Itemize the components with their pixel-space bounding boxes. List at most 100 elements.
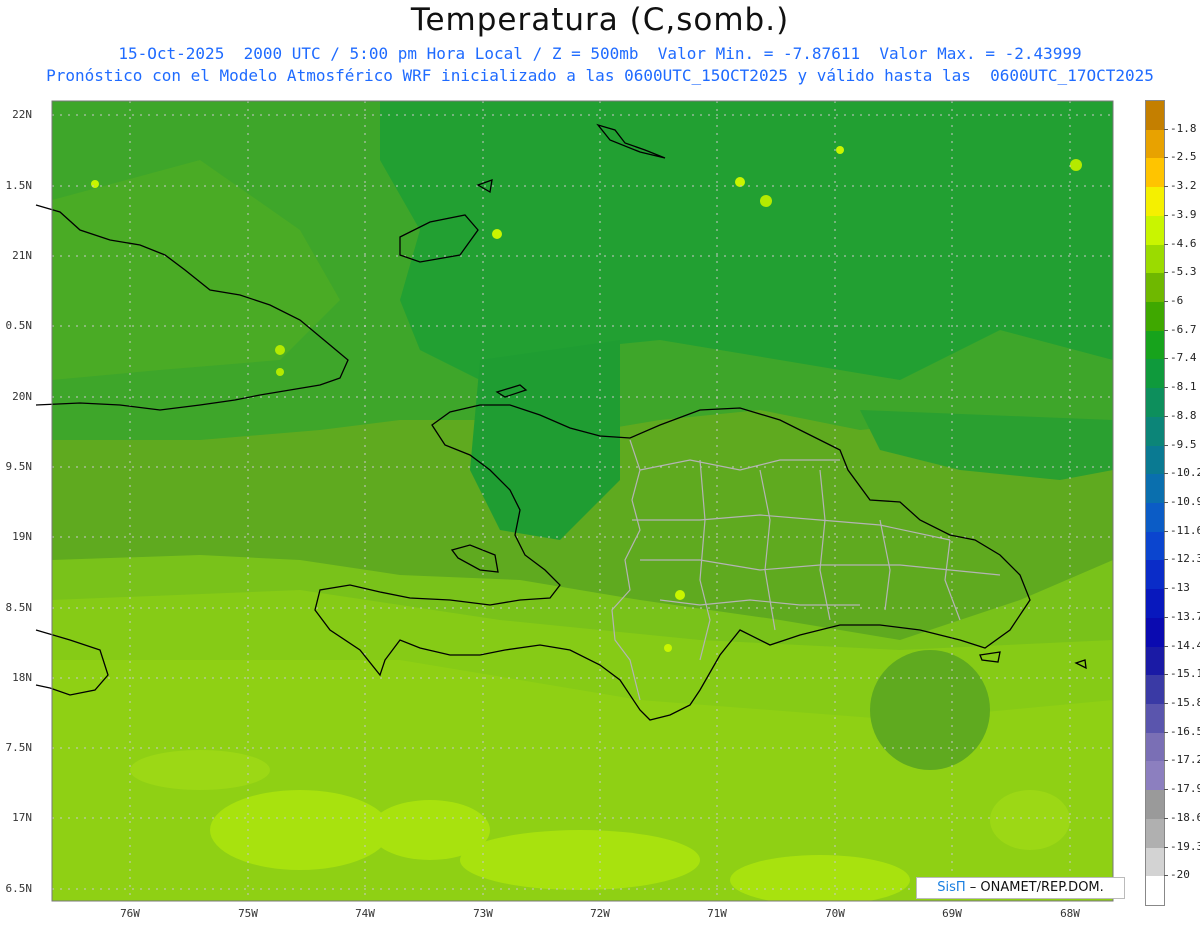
colorbar-label: -3.2 [1170, 179, 1197, 193]
colorbar-label: -8.8 [1170, 408, 1197, 422]
y-tick-label: 18N [12, 671, 32, 684]
colorbar-tick [1164, 358, 1168, 360]
colorbar-label: -12.3 [1170, 552, 1200, 566]
colorbar-label: -1.8 [1170, 121, 1197, 135]
colorbar-tick [1164, 272, 1168, 274]
colorbar-segment [1146, 675, 1164, 705]
colorbar-segment [1146, 818, 1164, 849]
colorbar-label: -17.9 [1170, 782, 1200, 796]
colorbar-segment [1146, 474, 1164, 504]
colorbar-label: -5.3 [1170, 265, 1197, 279]
colorbar-segment [1146, 158, 1164, 188]
colorbar-label: -10.2 [1170, 466, 1200, 480]
colorbar-label: -4.6 [1170, 236, 1197, 250]
colorbar-label: -6 [1170, 294, 1184, 307]
colorbar-segment [1146, 847, 1164, 877]
colorbar-tick [1164, 817, 1168, 819]
colorbar-tick [1164, 559, 1168, 561]
colorbar-tick [1164, 674, 1168, 676]
colorbar-label: -15.1 [1170, 667, 1200, 681]
colorbar-label: -11.6 [1170, 523, 1200, 537]
colorbar-label: -8.1 [1170, 380, 1197, 394]
x-tick-label: 70W [825, 907, 845, 920]
x-tick-label: 71W [707, 907, 727, 920]
colorbar-label: -13 [1170, 581, 1190, 595]
colorbar-tick [1164, 846, 1168, 848]
colorbar-segment [1146, 388, 1164, 418]
colorbar-tick [1164, 444, 1168, 446]
colorbar-segment [1146, 790, 1164, 820]
colorbar-segment [1146, 876, 1164, 906]
colorbar-label: -15.8 [1170, 696, 1200, 709]
x-tick-label: 75W [238, 907, 258, 920]
colorbar-tick [1164, 760, 1168, 762]
colorbar-tick [1164, 502, 1168, 503]
y-tick-label: 21N [12, 249, 32, 262]
colorbar-label: -10.9 [1170, 495, 1200, 508]
colorbar-label: -20 [1170, 868, 1190, 882]
colorbar-segment [1146, 445, 1164, 475]
colorbar-tick [1164, 588, 1168, 590]
colorbar-label: -13.7 [1170, 609, 1200, 623]
colorbar-segment [1146, 503, 1164, 533]
colorbar-tick [1164, 128, 1168, 130]
colorbar-segment [1146, 187, 1164, 217]
credit-box: SisΠ – ONAMET/REP.DOM. [916, 877, 1125, 899]
colorbar-segment [1146, 646, 1164, 676]
colorbar-tick [1164, 415, 1168, 417]
temperature-map [35, 100, 1114, 902]
colorbar-segment [1146, 560, 1164, 590]
colorbar-tick [1164, 329, 1168, 331]
colorbar-segment [1146, 589, 1164, 619]
colorbar-tick [1164, 301, 1168, 302]
temperature-field [52, 101, 1113, 901]
colorbar-tick [1164, 616, 1168, 618]
colorbar-segment [1146, 761, 1164, 791]
y-tick-label: 7.5N [5, 741, 33, 754]
colorbar-tick [1164, 157, 1168, 159]
colorbar-tick [1164, 243, 1168, 245]
colorbar-label: -7.4 [1170, 351, 1197, 365]
colorbar-label: -17.2 [1170, 753, 1200, 767]
colorbar-label: -16.5 [1170, 724, 1200, 738]
x-tick-label: 73W [473, 907, 493, 920]
colorbar-tick [1164, 214, 1168, 216]
x-tick-label: 69W [942, 907, 962, 920]
colorbar-label: -2.5 [1170, 150, 1197, 164]
colorbar-tick [1164, 789, 1168, 791]
colorbar-segment [1146, 244, 1164, 274]
colorbar-label: -6.7 [1170, 322, 1197, 336]
x-tick-label: 68W [1060, 907, 1080, 920]
colorbar-label: -18.6 [1170, 810, 1200, 824]
colorbar-segment [1146, 273, 1164, 303]
credit-text: – ONAMET/REP.DOM. [965, 880, 1104, 895]
colorbar-segment [1146, 330, 1164, 360]
colorbar-segment [1146, 704, 1164, 734]
colorbar-label: -3.9 [1170, 207, 1197, 221]
colorbar-label: -19.3 [1170, 839, 1200, 853]
colorbar-tick [1164, 703, 1168, 704]
credit-brand: SisΠ [937, 880, 966, 895]
x-tick-label: 72W [590, 907, 610, 920]
colorbar-tick [1164, 387, 1168, 389]
colorbar-segment [1146, 302, 1164, 332]
colorbar-segment [1146, 129, 1164, 159]
colorbar-tick [1164, 731, 1168, 733]
y-tick-label: 1.5N [5, 179, 33, 192]
y-tick-label: 17N [12, 811, 32, 824]
colorbar-segment [1146, 531, 1164, 561]
colorbar-segment [1146, 617, 1164, 648]
colorbar-segment [1146, 359, 1164, 389]
colorbar-tick [1164, 186, 1168, 188]
y-tick-label: 8.5N [5, 601, 33, 614]
colorbar-label: -14.4 [1170, 638, 1200, 652]
y-tick-label: 9.5N [5, 460, 33, 473]
y-tick-label: 20N [12, 390, 32, 403]
y-tick-label: 19N [12, 530, 32, 543]
y-tick-label: 0.5N [5, 319, 33, 332]
colorbar-segment [1146, 416, 1164, 447]
colorbar-segment [1146, 732, 1164, 762]
x-tick-label: 76W [120, 907, 140, 920]
colorbar-tick [1164, 530, 1168, 532]
colorbar-label: -9.5 [1170, 437, 1197, 451]
